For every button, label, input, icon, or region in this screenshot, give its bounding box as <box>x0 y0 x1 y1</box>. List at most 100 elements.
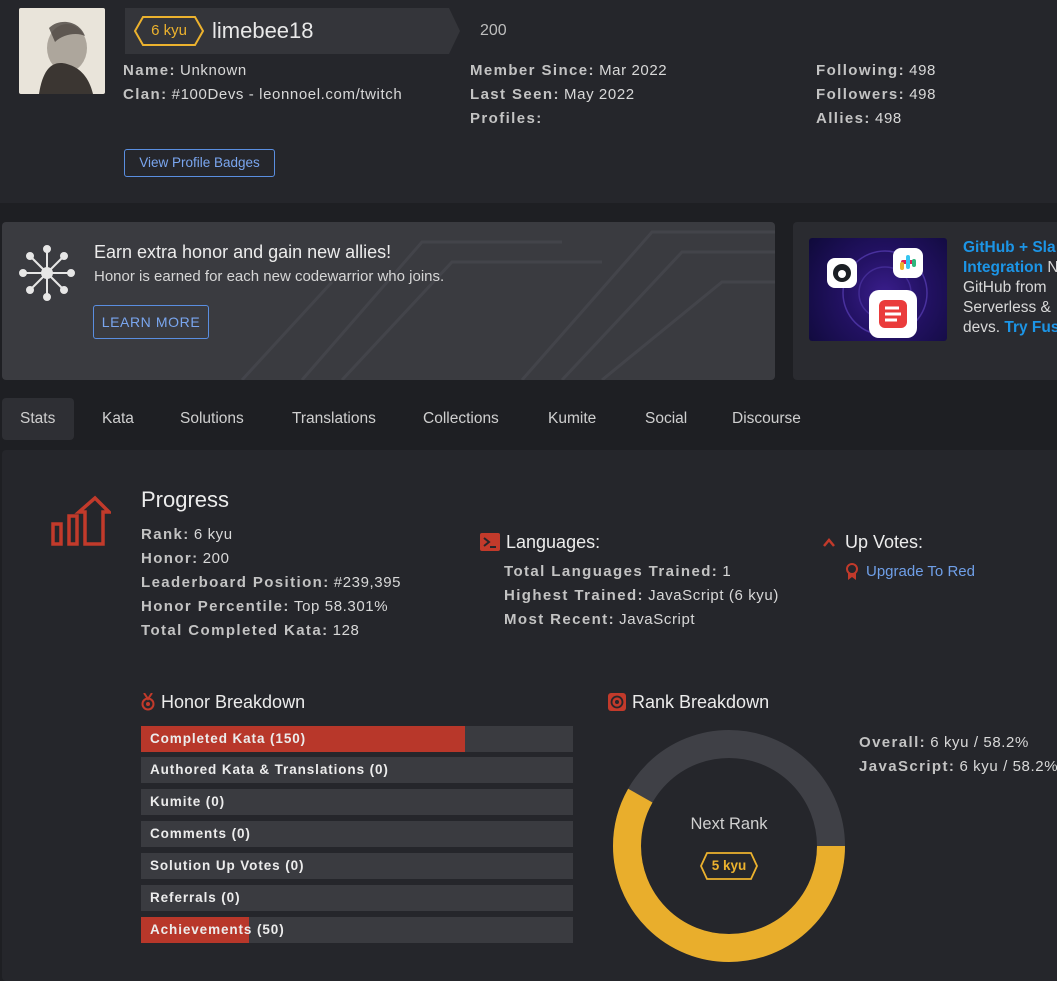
ad-text: GitHub + Sla Integration N GitHub from S… <box>963 238 1057 338</box>
tab-kata[interactable]: Kata <box>84 398 152 440</box>
last-seen-row: Last Seen: May 2022 <box>470 83 635 107</box>
last-seen-label: Last Seen: <box>470 86 560 103</box>
most-recent-value: JavaScript <box>619 611 696 628</box>
clan-row: Clan: #100Devs - leonnoel.com/twitch <box>123 83 402 107</box>
honor-breakdown-title: Honor Breakdown <box>161 692 306 712</box>
honor-value: 200 <box>202 550 230 567</box>
leaderboard-label: Leaderboard Position: <box>141 574 330 591</box>
completed-kata-value: 128 <box>332 622 360 639</box>
most-recent-row: Most Recent: JavaScript <box>504 608 695 632</box>
highest-trained-label: Highest Trained: <box>504 587 644 604</box>
overall-rank-value: 6 kyu / 58.2% <box>930 734 1029 751</box>
rank-progress-donut <box>613 730 845 962</box>
ad-card[interactable]: GitHub + Sla Integration N GitHub from S… <box>793 222 1057 380</box>
medal-icon <box>141 693 155 711</box>
total-languages-value: 1 <box>722 563 732 580</box>
honor-bar-referrals: Referrals (0) <box>141 885 573 911</box>
honor-bar-label: Completed Kata (150) <box>150 731 307 746</box>
next-rank-badge-label: 5 kyu <box>711 858 747 873</box>
honor-bar-label: Achievements (50) <box>150 922 285 937</box>
honor-count: 200 <box>480 22 507 39</box>
allies-value: 498 <box>875 110 902 127</box>
progress-title: Progress <box>141 487 230 512</box>
honor-bar-label: Comments (0) <box>150 826 251 841</box>
tab-stats[interactable]: Stats <box>2 398 74 440</box>
tab-discourse[interactable]: Discourse <box>714 398 819 440</box>
name-row: Name: Unknown <box>123 59 247 83</box>
profiles-row: Profiles: <box>470 107 543 131</box>
ad-line5-pre: devs. <box>963 319 1005 336</box>
tab-kumite[interactable]: Kumite <box>530 398 614 440</box>
ad-link-try-fusebit[interactable]: Try Fus <box>1004 319 1057 336</box>
avatar[interactable] <box>19 8 105 94</box>
followers-row[interactable]: Followers: 498 <box>816 83 936 107</box>
name-value: Unknown <box>180 62 247 79</box>
progress-chart-icon <box>51 495 111 546</box>
github-icon <box>827 258 857 288</box>
allies-label: Allies: <box>816 110 871 127</box>
javascript-rank-value: 6 kyu / 58.2% <box>959 758 1057 775</box>
learn-more-button[interactable]: LEARN MORE <box>93 305 209 339</box>
ribbon-icon <box>846 563 858 580</box>
promo-text: Honor is earned for each new codewarrior… <box>94 268 445 285</box>
completed-kata-row: Total Completed Kata: 128 <box>141 619 359 643</box>
chevron-up-icon <box>823 538 835 547</box>
leaderboard-value: #239,395 <box>333 574 402 591</box>
rank-value: 6 kyu <box>193 526 233 543</box>
rank-breakdown-title: Rank Breakdown <box>632 692 770 712</box>
member-since-value: Mar 2022 <box>599 62 668 79</box>
honor-bar-label: Authored Kata & Translations (0) <box>150 762 389 777</box>
highest-trained-value: JavaScript (6 kyu) <box>648 587 779 604</box>
fusebit-icon <box>869 290 917 338</box>
followers-label: Followers: <box>816 86 906 103</box>
honor-bar-label: Solution Up Votes (0) <box>150 858 305 873</box>
ad-line2-rest: N <box>1047 259 1057 276</box>
overall-rank-label: Overall: <box>859 734 927 751</box>
tab-solutions[interactable]: Solutions <box>162 398 262 440</box>
leaderboard-row: Leaderboard Position: #239,395 <box>141 571 401 595</box>
ad-image[interactable] <box>809 238 947 341</box>
clan-label: Clan: <box>123 86 168 103</box>
upgrade-to-red-link[interactable]: Upgrade To Red <box>866 560 975 584</box>
profiles-label: Profiles: <box>470 110 543 127</box>
promo-title: Earn extra honor and gain new allies! <box>94 242 392 262</box>
highest-trained-row: Highest Trained: JavaScript (6 kyu) <box>504 584 779 608</box>
view-profile-badges-button[interactable]: View Profile Badges <box>124 149 275 177</box>
tab-translations[interactable]: Translations <box>274 398 394 440</box>
total-languages-row: Total Languages Trained: 1 <box>504 560 731 584</box>
network-icon <box>19 245 75 301</box>
honor-bar-label: Kumite (0) <box>150 794 226 809</box>
percentile-value: Top 58.301% <box>294 598 389 615</box>
allies-row[interactable]: Allies: 498 <box>816 107 902 131</box>
javascript-rank-row: JavaScript: 6 kyu / 58.2% <box>859 755 1057 779</box>
total-languages-label: Total Languages Trained: <box>504 563 719 580</box>
most-recent-label: Most Recent: <box>504 611 615 628</box>
slack-icon <box>893 248 923 278</box>
next-rank-badge: 5 kyu <box>700 852 758 880</box>
rank-row: Rank: 6 kyu <box>141 523 233 547</box>
username: limebee18 <box>212 18 314 43</box>
ad-link-github-slack[interactable]: GitHub + Sla <box>963 239 1056 256</box>
tab-social[interactable]: Social <box>627 398 705 440</box>
following-row[interactable]: Following: 498 <box>816 59 936 83</box>
tab-collections[interactable]: Collections <box>405 398 517 440</box>
honor-bar-solution-upvotes: Solution Up Votes (0) <box>141 853 573 879</box>
ad-link-integration[interactable]: Integration <box>963 259 1043 276</box>
honor-bar-comments: Comments (0) <box>141 821 573 847</box>
last-seen-value: May 2022 <box>564 86 635 103</box>
completed-kata-label: Total Completed Kata: <box>141 622 329 639</box>
upvotes-title: Up Votes: <box>845 532 924 552</box>
member-since-label: Member Since: <box>470 62 595 79</box>
overall-rank-row: Overall: 6 kyu / 58.2% <box>859 731 1029 755</box>
terminal-icon <box>480 533 500 551</box>
next-rank-label: Next Rank <box>690 815 768 833</box>
javascript-rank-label: JavaScript: <box>859 758 956 775</box>
honor-bar-authored-kata: Authored Kata & Translations (0) <box>141 757 573 783</box>
languages-title: Languages: <box>506 532 601 552</box>
ad-line4: Serverless & <box>963 299 1051 316</box>
honor-bar-achievements: Achievements (50) <box>141 917 573 943</box>
honor-bar-completed-kata: Completed Kata (150) <box>141 726 573 752</box>
name-label: Name: <box>123 62 176 79</box>
honor-bar-label: Referrals (0) <box>150 890 241 905</box>
following-value: 498 <box>909 62 936 79</box>
